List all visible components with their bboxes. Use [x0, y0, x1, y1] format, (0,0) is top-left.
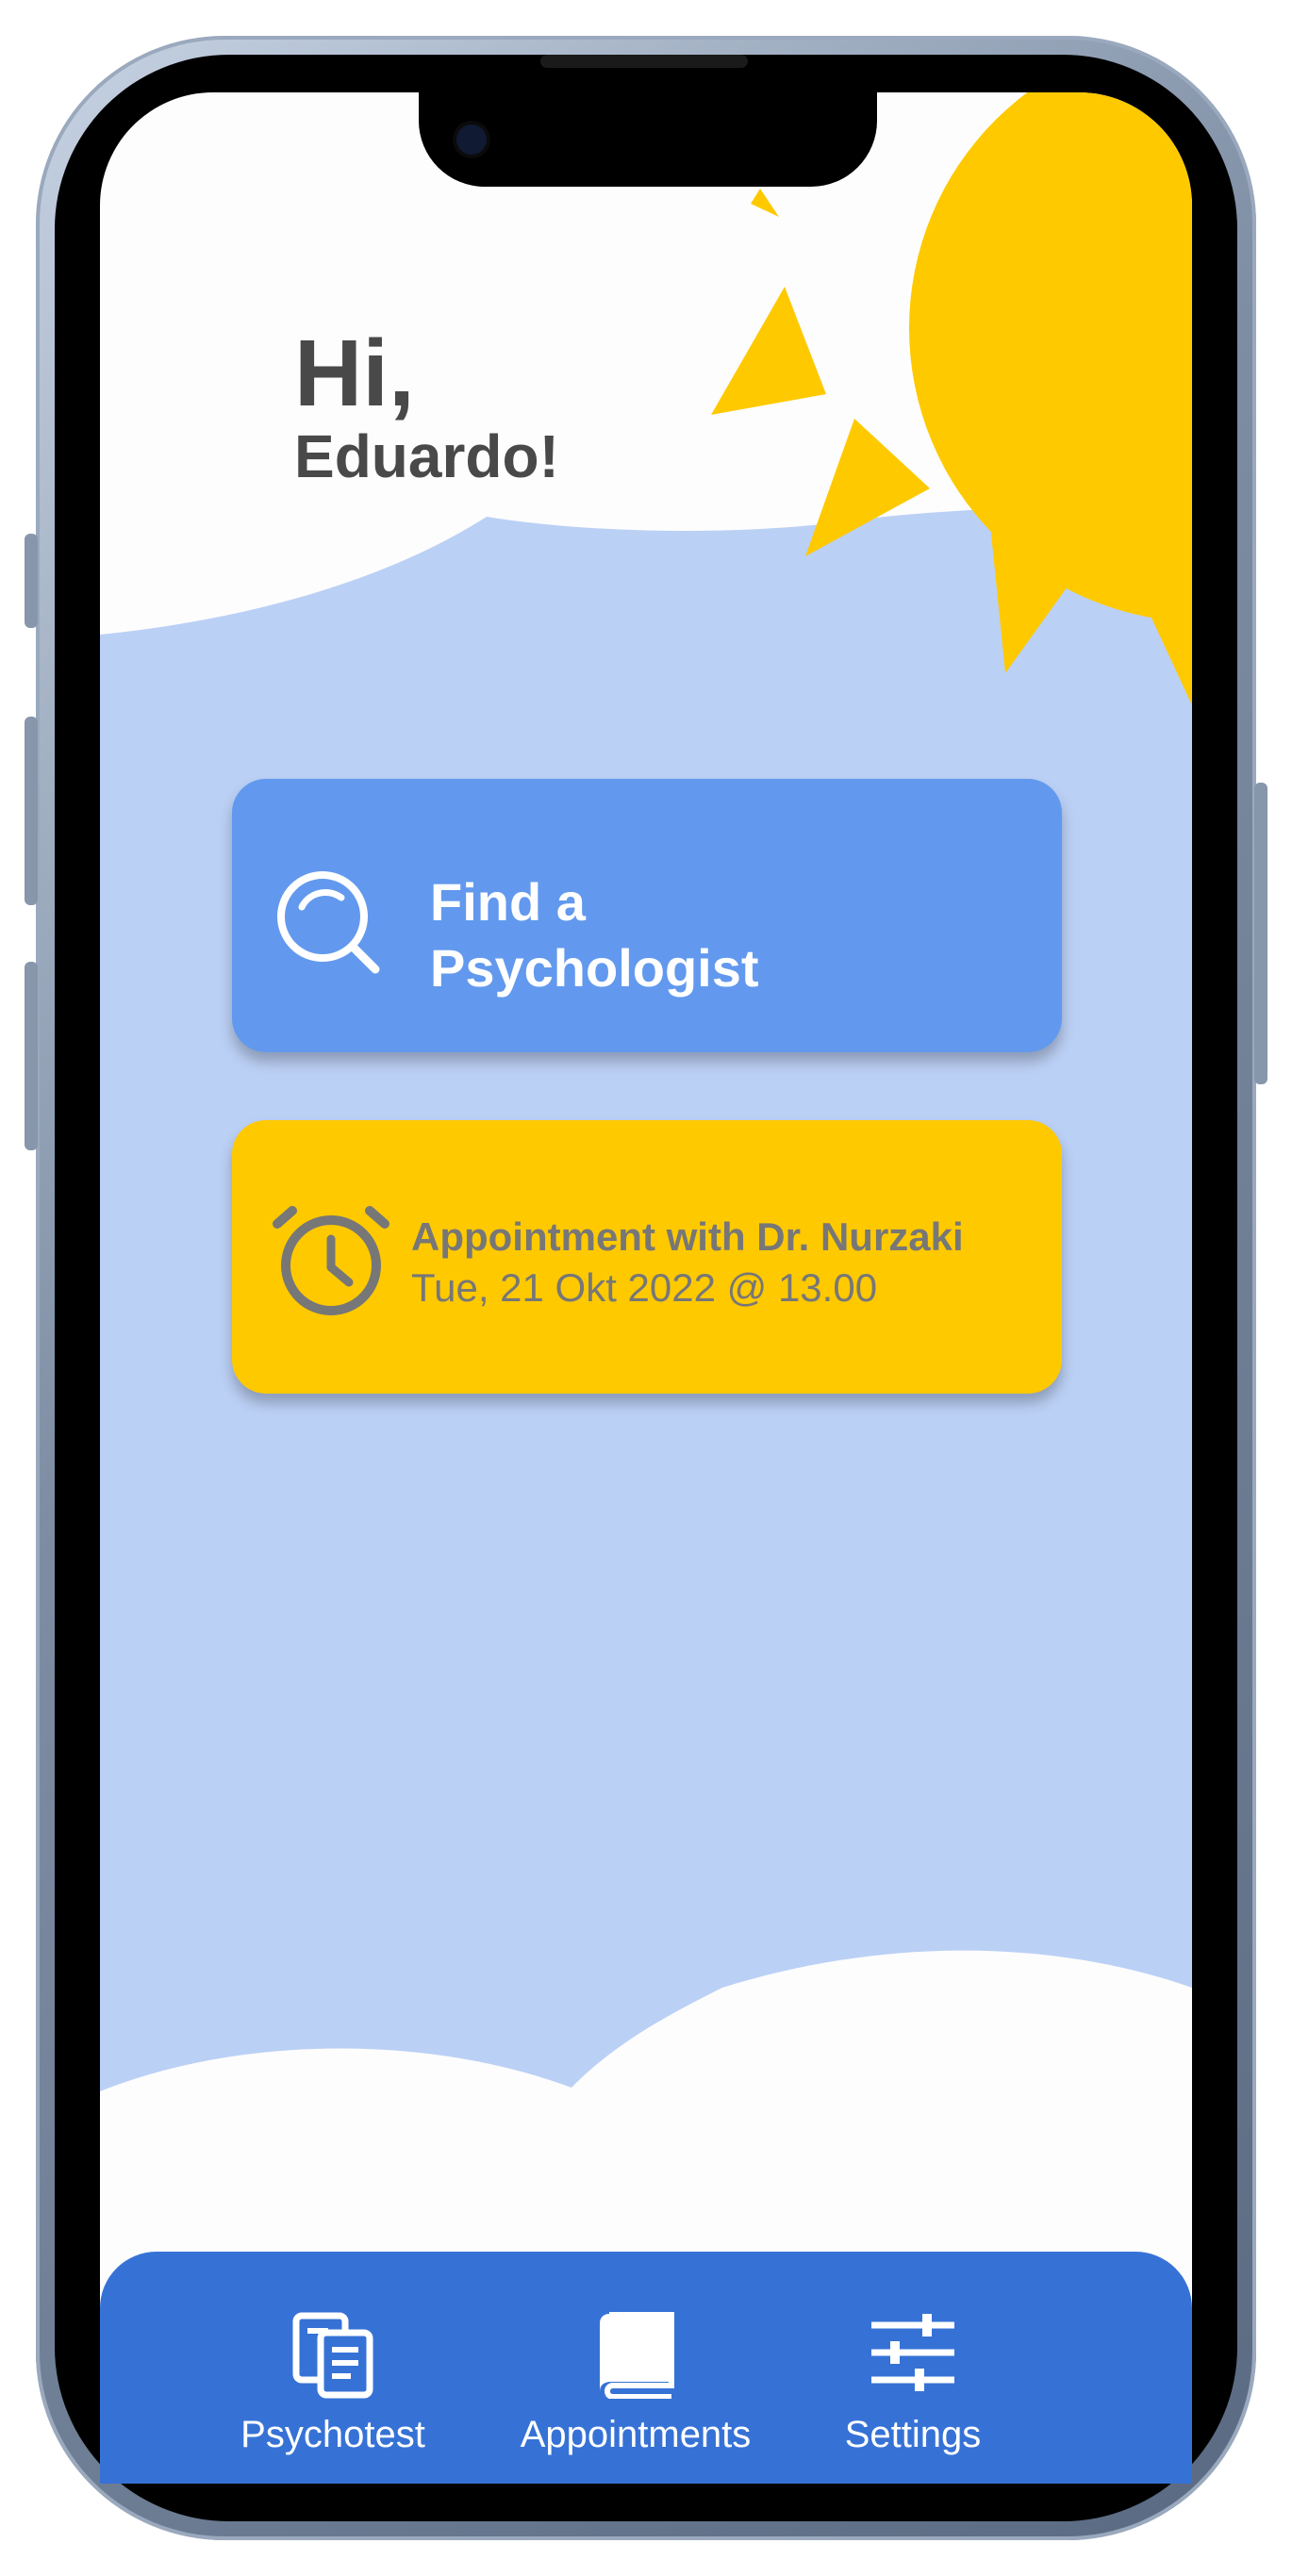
volume-down-button	[25, 962, 38, 1150]
document-list-icon	[290, 2312, 375, 2403]
front-camera	[456, 124, 487, 155]
power-button	[1254, 783, 1267, 1084]
upcoming-appointment-card[interactable]: Appointment with Dr. Nurzaki Tue, 21 Okt…	[232, 1120, 1062, 1394]
tab-psychotest-label: Psychotest	[240, 2414, 425, 2455]
appointment-datetime: Tue, 21 Okt 2022 @ 13.00	[411, 1265, 878, 1310]
tab-settings[interactable]: Settings	[809, 2252, 1017, 2484]
volume-up-button	[25, 717, 38, 905]
find-label-line2: Psychologist	[430, 938, 759, 998]
greeting: Hi, Eduardo!	[294, 324, 559, 490]
notch	[419, 92, 877, 187]
find-psychologist-button[interactable]: Find a Psychologist	[232, 779, 1062, 1052]
greeting-hi: Hi,	[294, 321, 415, 426]
tab-appointments-label: Appointments	[520, 2414, 752, 2455]
tab-appointments[interactable]: Appointments	[494, 2252, 777, 2484]
appointment-title: Appointment with Dr. Nurzaki	[411, 1214, 964, 1259]
book-icon	[596, 2311, 675, 2403]
find-label-line1: Find a	[430, 872, 586, 932]
tab-psychotest[interactable]: Psychotest	[206, 2252, 460, 2484]
tab-settings-label: Settings	[844, 2414, 982, 2455]
bottom-tab-bar: Psychotest Appointments Settings	[100, 2252, 1192, 2484]
greeting-name: Eduardo!	[294, 422, 559, 490]
sliders-icon	[870, 2312, 956, 2398]
search-icon	[273, 867, 383, 982]
mute-switch	[25, 534, 38, 628]
alarm-clock-icon	[272, 1199, 390, 1323]
find-psychologist-label: Find a Psychologist	[430, 869, 759, 1001]
speaker-grille	[540, 55, 748, 68]
